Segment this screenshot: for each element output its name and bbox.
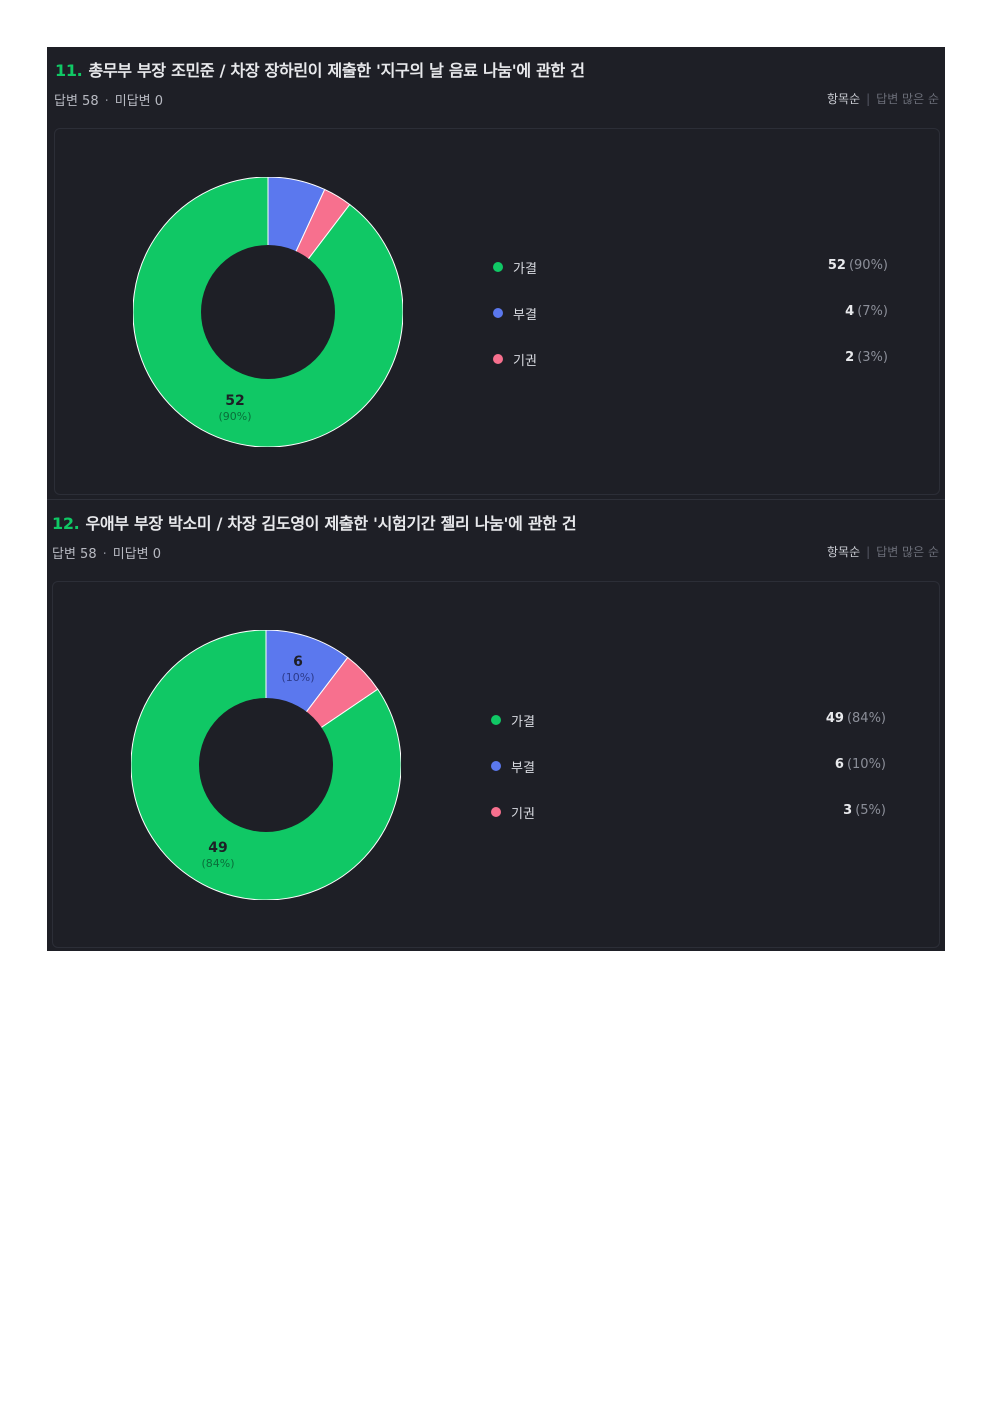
sort-divider: | xyxy=(866,545,871,559)
slice-label-count: 52 xyxy=(225,393,244,409)
legend-value: 49 (84%) xyxy=(826,711,886,726)
slice-label-pct: (10%) xyxy=(281,671,314,684)
slice-label-count: 6 xyxy=(293,654,303,670)
sort-options: 항목순 | 답변 많은 순 xyxy=(827,90,939,107)
legend-value: 3 (5%) xyxy=(843,803,886,818)
reject-dot-icon xyxy=(491,761,501,771)
legend-item-pass: 가결 49 (84%) xyxy=(491,710,886,730)
separator-dot: · xyxy=(102,547,107,562)
legend-item-abstain: 기권 3 (5%) xyxy=(491,802,886,822)
sort-by-item-button[interactable]: 항목순 xyxy=(827,545,860,559)
legend-count: 49 xyxy=(825,711,844,726)
donut-chart: 52 (90%) xyxy=(133,177,403,447)
legend-value: 2 (3%) xyxy=(845,350,888,365)
slice-label-pct: (90%) xyxy=(218,410,251,423)
legend-label: 가결 xyxy=(511,715,535,730)
question-number: 12. xyxy=(52,514,80,533)
legend-count: 3 xyxy=(843,803,853,818)
legend-percent: (5%) xyxy=(855,803,886,818)
legend-item-reject: 부결 4 (7%) xyxy=(493,303,888,323)
pass-dot-icon xyxy=(491,715,501,725)
donut-hole xyxy=(201,245,335,379)
survey-question-card: 12. 우애부 부장 박소미 / 차장 김도영이 제출한 '시험기간 젤리 나눔'… xyxy=(47,499,945,951)
sort-by-answers-button[interactable]: 답변 많은 순 xyxy=(876,545,939,559)
legend-percent: (84%) xyxy=(846,711,886,726)
question-text: 우애부 부장 박소미 / 차장 김도영이 제출한 '시험기간 젤리 나눔'에 관… xyxy=(85,514,577,533)
answered-count: 답변 58 xyxy=(54,94,99,109)
answered-count: 답변 58 xyxy=(52,547,97,562)
legend-value: 6 (10%) xyxy=(835,757,886,772)
question-text: 총무부 부장 조민준 / 차장 장하린이 제출한 '지구의 날 음료 나눔'에 … xyxy=(88,61,585,80)
legend-count: 2 xyxy=(845,350,855,365)
result-panel: 6 (10%) 49 (84%) 가결 49 (84%) 부결 6 (10%) 기권… xyxy=(52,581,940,948)
legend-label: 기권 xyxy=(511,807,535,822)
result-panel: 52 (90%) 가결 52 (90%) 부결 4 (7%) 기권 2 (3%) xyxy=(54,128,940,495)
legend-item-reject: 부결 6 (10%) xyxy=(491,756,886,776)
donut-chart: 6 (10%) 49 (84%) xyxy=(131,630,401,900)
legend-percent: (3%) xyxy=(857,350,888,365)
separator-dot: · xyxy=(104,94,109,109)
legend-percent: (10%) xyxy=(846,757,886,772)
abstain-dot-icon xyxy=(493,354,503,364)
sort-by-item-button[interactable]: 항목순 xyxy=(827,92,860,106)
reject-dot-icon xyxy=(493,308,503,318)
unanswered-count: 미답변 0 xyxy=(112,547,162,562)
slice-label-pct: (84%) xyxy=(201,857,234,870)
legend: 가결 52 (90%) 부결 4 (7%) 기권 2 (3%) xyxy=(493,257,888,395)
sort-by-answers-button[interactable]: 답변 많은 순 xyxy=(876,92,939,106)
legend-value: 52 (90%) xyxy=(828,258,888,273)
legend: 가결 49 (84%) 부결 6 (10%) 기권 3 (5%) xyxy=(491,710,886,848)
legend-value: 4 (7%) xyxy=(845,304,888,319)
response-stats: 답변 58 · 미답변 0 xyxy=(52,543,161,562)
legend-count: 6 xyxy=(834,757,844,772)
legend-item-pass: 가결 52 (90%) xyxy=(493,257,888,277)
survey-question-card: 11. 총무부 부장 조민준 / 차장 장하린이 제출한 '지구의 날 음료 나눔… xyxy=(47,47,945,499)
pass-dot-icon xyxy=(493,262,503,272)
sort-options: 항목순 | 답변 많은 순 xyxy=(827,543,939,560)
response-stats: 답변 58 · 미답변 0 xyxy=(54,90,163,109)
question-title: 11. 총무부 부장 조민준 / 차장 장하린이 제출한 '지구의 날 음료 나눔… xyxy=(55,57,585,81)
donut-hole xyxy=(199,698,333,832)
legend-percent: (90%) xyxy=(848,258,888,273)
legend-count: 4 xyxy=(845,304,855,319)
legend-label: 부결 xyxy=(511,761,535,776)
question-title: 12. 우애부 부장 박소미 / 차장 김도영이 제출한 '시험기간 젤리 나눔'… xyxy=(52,510,577,534)
abstain-dot-icon xyxy=(491,807,501,817)
question-number: 11. xyxy=(55,61,83,80)
legend-count: 52 xyxy=(827,258,846,273)
legend-label: 부결 xyxy=(513,308,537,323)
legend-item-abstain: 기권 2 (3%) xyxy=(493,349,888,369)
slice-label-count: 49 xyxy=(208,840,227,856)
sort-divider: | xyxy=(866,92,871,106)
unanswered-count: 미답변 0 xyxy=(114,94,164,109)
legend-label: 가결 xyxy=(513,262,537,277)
legend-percent: (7%) xyxy=(857,304,888,319)
legend-label: 기권 xyxy=(513,354,537,369)
